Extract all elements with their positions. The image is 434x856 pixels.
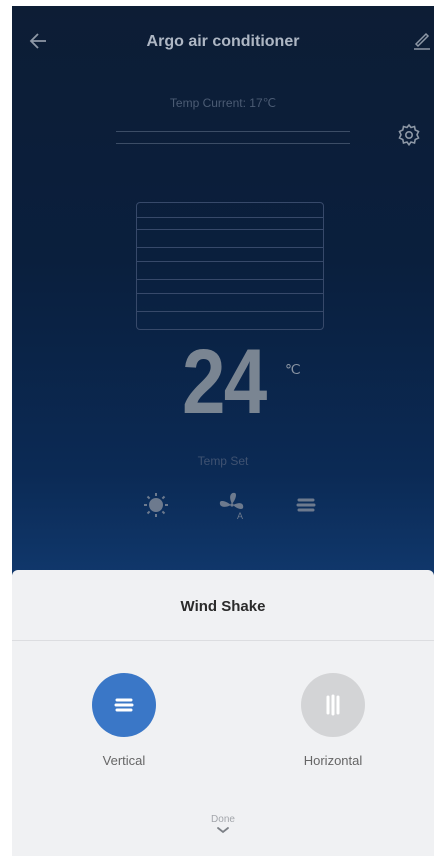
horizontal-option-circle [301,673,365,737]
chevron-down-icon [217,827,229,834]
horizontal-lines-icon [114,698,134,712]
swing-lines-icon [296,498,316,512]
top-bar: Argo air conditioner [12,6,434,76]
edit-pencil-icon [414,32,430,50]
vertical-option[interactable]: Vertical [64,673,184,768]
edit-button[interactable] [410,28,432,52]
vent-slat [137,217,323,218]
divider-top [116,131,350,132]
done-button[interactable]: Done [12,814,434,834]
vertical-option-label: Vertical [102,753,146,768]
vertical-lines-icon [326,694,340,716]
vent-slat [137,311,323,312]
horizontal-option-label: Horizontal [303,753,363,768]
vent-slat [137,261,323,262]
temperature-value: 24 [182,331,267,433]
sheet-divider [12,640,434,641]
ac-vent-graphic [136,202,324,330]
fan-auto-button[interactable]: A [215,488,249,522]
temperature-unit: ℃ [285,361,301,377]
done-label: Done [211,814,235,825]
mode-row: A [137,488,327,528]
temperature-display: 24 ℃ [162,336,352,466]
divider-bottom [116,143,350,144]
vertical-option-circle [92,673,156,737]
vent-slat [137,247,323,248]
settings-button[interactable] [396,122,422,148]
page-title: Argo air conditioner [146,33,300,50]
sun-icon [144,493,168,517]
horizontal-option[interactable]: Horizontal [273,673,393,768]
svg-text:A: A [237,511,243,521]
vent-slat [137,279,323,280]
heat-mode-button[interactable] [139,488,173,522]
swing-mode-button[interactable] [289,488,323,522]
temperature-label: Temp Set [197,454,249,468]
temp-current-text: Temp Current: 17℃ [169,96,277,110]
vent-slat [137,293,323,294]
gear-icon [398,123,420,147]
sheet-title: Wind Shake [180,598,266,615]
vent-slat [137,229,323,230]
wind-shake-sheet: Wind Shake Vertical Horizontal Done [12,570,434,856]
fan-auto-icon: A [219,492,244,521]
